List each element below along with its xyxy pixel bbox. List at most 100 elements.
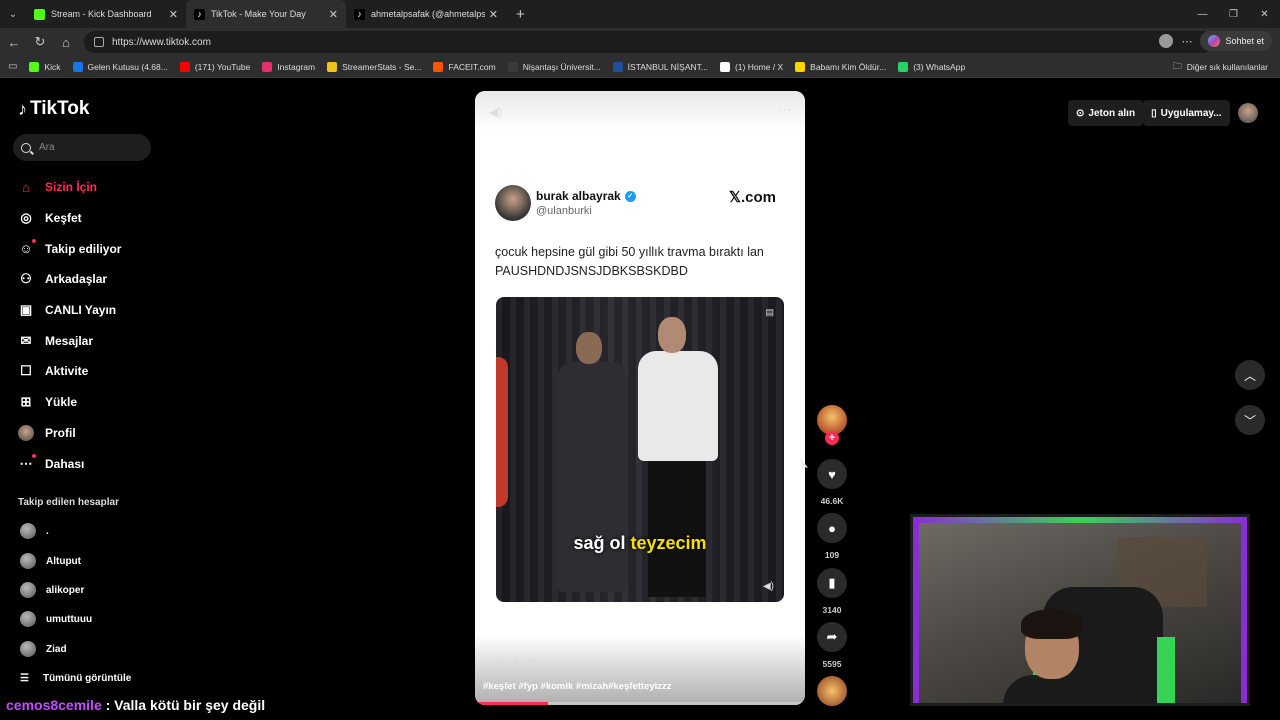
sidebar-item-profile[interactable]: Profil: [18, 418, 121, 449]
bookmark-item[interactable]: FACEIT.com: [433, 61, 496, 72]
video-hashtags[interactable]: #keşfet #fyp #komik #mizah#keşfetteyizzz: [483, 681, 672, 692]
user-avatar[interactable]: [1237, 103, 1258, 123]
save-button[interactable]: ▮: [817, 568, 847, 598]
media-volume-icon: ◀): [762, 581, 774, 592]
sidebar-item-friends[interactable]: ⚇ Arkadaşlar: [18, 264, 121, 295]
video-player[interactable]: ◀) ⋯ burak albayrak ✓ @ulanburki 𝕏.com ç…: [475, 91, 805, 705]
share-button[interactable]: ➦: [817, 622, 847, 652]
bookmarks-toggle-icon[interactable]: ▭: [8, 61, 17, 72]
kick-favicon-icon: [34, 8, 45, 20]
sidebar-item-live[interactable]: ▣ CANLI Yayın: [18, 295, 121, 326]
account-name: umuttuuu: [46, 613, 93, 625]
avatar: [20, 611, 36, 627]
bookmark-item[interactable]: Instagram: [262, 61, 315, 72]
tiktok-logo[interactable]: ♪ TikTok: [18, 98, 89, 120]
sidebar-item-activity[interactable]: ☐ Aktivite: [18, 356, 121, 387]
following-icon: ☺: [18, 238, 36, 257]
get-coins-button[interactable]: ⊙ Jeton alın: [1068, 100, 1144, 126]
account-name: Ziad: [46, 643, 67, 655]
bookmark-favicon-icon: [433, 61, 444, 72]
back-icon[interactable]: ←: [2, 35, 26, 50]
tweet-handle: @ulanburki: [536, 205, 592, 217]
site-info-icon[interactable]: [94, 37, 104, 47]
tab-ahmetalpsafak[interactable]: ♪ ahmetalpsafak (@ahmetalpsafak) | ✕: [346, 0, 506, 28]
bookmark-item[interactable]: StreamerStats - Se...: [327, 61, 422, 72]
video-progress-bar[interactable]: [475, 702, 805, 705]
friends-icon: ⚇: [20, 271, 32, 287]
followed-account[interactable]: .: [20, 523, 49, 539]
like-button[interactable]: ♥: [817, 459, 847, 489]
bookmark-favicon-icon: [179, 61, 190, 72]
bookmark-label: StreamerStats - Se...: [342, 61, 422, 72]
url-text: https://www.tiktok.com: [112, 36, 211, 48]
comment-button[interactable]: ●: [817, 513, 847, 543]
bookmark-label: (171) YouTube: [194, 61, 251, 72]
bookmark-item[interactable]: (3) WhatsApp: [898, 61, 965, 72]
next-video-button[interactable]: ﹀: [1235, 405, 1265, 435]
followed-account[interactable]: Ziad: [20, 641, 67, 657]
bookmark-item[interactable]: (1) Home / X: [719, 61, 784, 72]
followed-account[interactable]: umuttuuu: [20, 611, 92, 627]
previous-video-button[interactable]: ︿: [1235, 360, 1265, 390]
bookmark-item[interactable]: Gelen Kutusu (4.68...: [72, 61, 168, 72]
follow-plus-icon[interactable]: +: [825, 431, 839, 445]
sidebar-item-label: Aktivite: [45, 364, 89, 379]
sidebar-item-messages[interactable]: ✉ Mesajlar: [18, 325, 121, 356]
bookmark-item[interactable]: (171) YouTube: [179, 61, 251, 72]
close-tab-icon[interactable]: ✕: [489, 8, 498, 21]
phone-icon: ▯: [1151, 107, 1157, 119]
more-menu-icon[interactable]: ⋯: [1181, 35, 1192, 48]
close-tab-icon[interactable]: ✕: [329, 8, 338, 21]
sidebar-item-more[interactable]: ⋯ Dahası: [18, 448, 121, 479]
bookmark-label: Gelen Kutusu (4.68...: [87, 61, 168, 72]
tab-tiktok[interactable]: ♪ TikTok - Make Your Day ✕: [186, 0, 346, 28]
volume-icon[interactable]: ◀): [489, 105, 502, 119]
video-author[interactable]: cutie...bunü: [483, 657, 539, 668]
bookmark-favicon-icon: [29, 61, 40, 72]
new-tab-icon[interactable]: +: [516, 6, 525, 23]
followed-account[interactable]: alikoper: [20, 582, 84, 598]
bookmark-item[interactable]: Nişantaşı Üniversit...: [507, 61, 601, 72]
music-disc-icon[interactable]: [817, 676, 847, 706]
sidebar-item-upload[interactable]: ⊞ Yükle: [18, 387, 121, 418]
see-all-following-button[interactable]: ☰ Tümünü görüntüle: [20, 673, 131, 684]
heart-icon: ♥: [828, 466, 836, 482]
avatar: [20, 523, 36, 539]
search-input[interactable]: Ara: [13, 134, 151, 161]
bookmark-favicon-icon: [719, 61, 730, 72]
bookmark-favicon-icon: [612, 61, 623, 72]
tab-actions-icon[interactable]: ⌄: [0, 0, 26, 28]
more-icon: ⋯: [18, 453, 36, 472]
url-field[interactable]: https://www.tiktok.com: [84, 31, 1214, 53]
bookmark-label: (1) Home / X: [734, 61, 784, 72]
address-bar-actions: ⋯ Sohbet et: [1159, 31, 1272, 51]
bookmark-item[interactable]: Babamı Kim Öldür...: [795, 61, 886, 72]
close-window-icon[interactable]: ✕: [1249, 0, 1280, 28]
video-more-icon[interactable]: ⋯: [779, 103, 791, 117]
tab-kick-dashboard[interactable]: Stream - Kick Dashboard ✕: [26, 0, 186, 28]
profile-avatar-icon[interactable]: [1159, 34, 1174, 48]
copilot-button[interactable]: Sohbet et: [1200, 31, 1272, 51]
address-bar-row: ← ↻ ⌂ https://www.tiktok.com ⋯ Sohbet et: [0, 28, 1280, 56]
refresh-icon[interactable]: ↻: [28, 34, 52, 50]
minimize-icon[interactable]: —: [1187, 0, 1218, 28]
sidebar-item-label: Mesajlar: [45, 333, 94, 348]
chevron-down-icon: ﹀: [1243, 413, 1256, 428]
sidebar-item-explore[interactable]: ◎ Keşfet: [18, 203, 121, 234]
like-count: 46.6K: [820, 496, 844, 506]
bookmark-item[interactable]: Kick: [29, 61, 61, 72]
sidebar-item-following[interactable]: ☺ Takip ediliyor: [18, 233, 121, 264]
copilot-label: Sohbet et: [1225, 36, 1264, 46]
sidebar-item-label: Dahası: [45, 456, 85, 471]
bookmark-item[interactable]: İSTANBUL NİŞANT...: [612, 61, 708, 72]
get-app-button[interactable]: ▯ Uygulamay...: [1143, 100, 1230, 126]
restore-icon[interactable]: ❐: [1218, 0, 1249, 28]
caption-yellow: teyzecim: [630, 533, 707, 553]
other-favorites[interactable]: 🗀 Diğer sık kullanılanlar: [1173, 59, 1268, 75]
bookmark-label: Kick: [44, 61, 61, 72]
sidebar-item-for-you[interactable]: ⌂ Sizin İçin: [18, 172, 121, 203]
tweet-avatar: [495, 185, 531, 221]
close-tab-icon[interactable]: ✕: [169, 8, 178, 21]
followed-account[interactable]: Altuput: [20, 553, 81, 569]
home-icon[interactable]: ⌂: [54, 35, 78, 50]
